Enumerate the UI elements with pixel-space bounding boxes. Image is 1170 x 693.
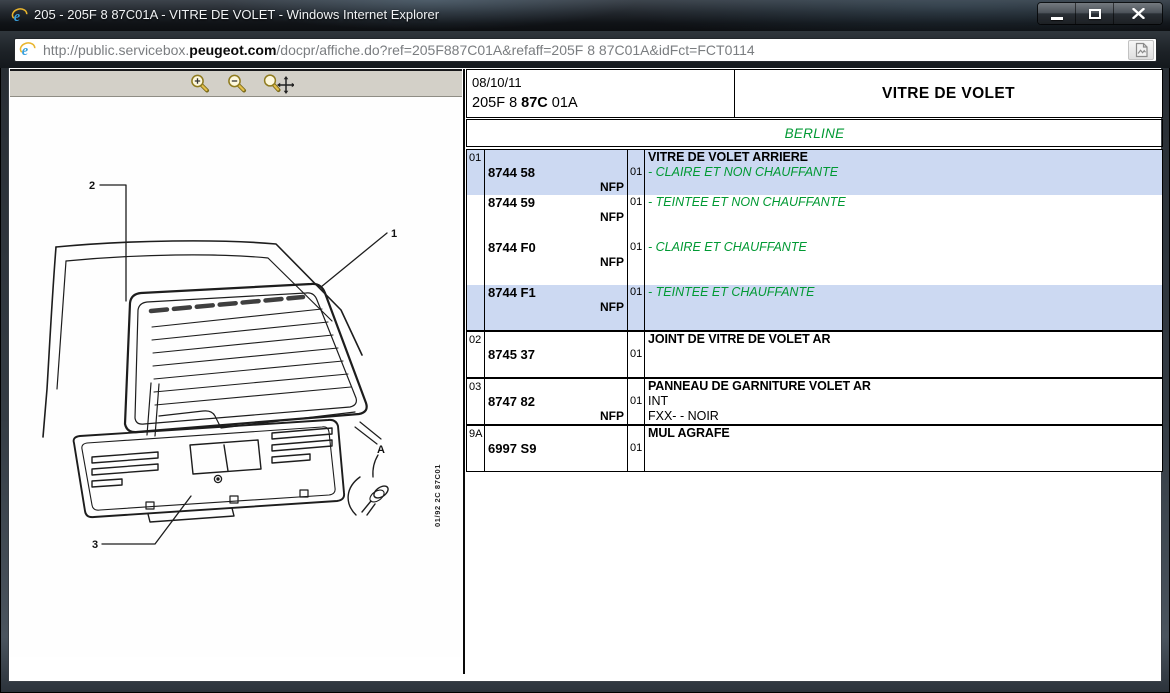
zoom-pan-button[interactable]	[262, 73, 294, 95]
url-text: http://public.servicebox.peugeot.com/doc…	[43, 42, 1128, 58]
part-qty: 01	[628, 441, 644, 456]
reference-prefix: 205F 8	[472, 95, 521, 111]
zoom-out-button[interactable]	[225, 73, 249, 95]
window-title: 205 - 205F 8 87C01A - VITRE DE VOLET - W…	[34, 7, 439, 22]
group-label: MUL AGRAFE	[645, 426, 1162, 441]
nfp-flag: NFP	[485, 409, 627, 424]
part-description: - CLAIRE ET CHAUFFANTE	[645, 240, 1162, 255]
document-header: 08/10/11 205F 8 87C 01A VITRE DE VOLET	[466, 69, 1163, 118]
part-number: 8744 59	[485, 195, 627, 210]
nfp-flag: NFP	[485, 180, 627, 195]
group-id: 9A	[467, 426, 484, 441]
part-row: 028745 3701JOINT DE VITRE DE VOLET AR	[467, 332, 1162, 377]
part-description: INT	[645, 394, 1162, 409]
ie-logo-icon: e	[11, 7, 29, 25]
maximize-icon	[1089, 9, 1101, 19]
part-number: 8745 37	[485, 347, 627, 362]
image-toolbar	[10, 69, 462, 97]
group-id: 02	[467, 332, 484, 347]
nfp-flag: NFP	[485, 255, 627, 270]
broken-page-icon	[1134, 42, 1149, 58]
part-qty: 01	[628, 285, 644, 300]
document-date: 08/10/11	[472, 73, 734, 92]
part-row: 038747 82NFP01PANNEAU DE GARNITURE VOLET…	[467, 379, 1162, 424]
close-icon	[1132, 8, 1145, 19]
part-row: 8744 59NFP01- TEINTEE ET NON CHAUFFANTE	[467, 195, 1162, 240]
parts-group: 028745 3701JOINT DE VITRE DE VOLET AR	[466, 331, 1163, 378]
callout-2-label: 2	[89, 180, 95, 192]
nfp-flag: NFP	[485, 300, 627, 315]
part-row: 9A6997 S901MUL AGRAFE	[467, 426, 1162, 471]
plate-code-vertical-label: 01/92 2C 87C01	[433, 464, 442, 527]
page-title: VITRE DE VOLET	[882, 85, 1015, 103]
minimize-icon	[1051, 17, 1063, 20]
group-label: VITRE DE VOLET ARRIERE	[645, 150, 1162, 165]
part-qty: 01	[628, 165, 644, 180]
part-number: 8747 82	[485, 394, 627, 409]
address-bar: e http://public.servicebox.peugeot.com/d…	[0, 31, 1170, 68]
page-content: 2 1 3 A 01/92 2C 87C01 08/10/11 205F 8 8…	[8, 68, 1162, 682]
callout-3-label: 3	[92, 539, 98, 551]
part-description: - TEINTEE ET CHAUFFANTE	[645, 285, 1162, 300]
group-id: 01	[467, 150, 484, 165]
part-number: 8744 F0	[485, 240, 627, 255]
reference-plate: 87C	[521, 95, 548, 111]
close-button[interactable]	[1114, 3, 1162, 24]
part-qty: 01	[628, 347, 644, 362]
document-title-cell: VITRE DE VOLET	[735, 70, 1162, 117]
minimize-button[interactable]	[1038, 3, 1076, 24]
callout-a-label: A	[377, 444, 385, 456]
part-description-2: FXX- - NOIR	[645, 409, 1162, 424]
compatibility-view-button[interactable]	[1128, 40, 1154, 60]
url-prefix: http://public.servicebox.	[43, 42, 189, 58]
document-reference: 205F 8 87C 01A	[472, 92, 734, 114]
parts-groups: 018744 58NFP01VITRE DE VOLET ARRIERE- CL…	[466, 149, 1163, 472]
browser-window: e 205 - 205F 8 87C01A - VITRE DE VOLET -…	[0, 0, 1170, 693]
part-row: 018744 58NFP01VITRE DE VOLET ARRIERE- CL…	[467, 150, 1162, 195]
nfp-flag: NFP	[485, 210, 627, 225]
variant-label: BERLINE	[785, 126, 845, 141]
document-meta: 08/10/11 205F 8 87C 01A	[467, 70, 735, 117]
part-description: - CLAIRE ET NON CHAUFFANTE	[645, 165, 1162, 180]
window-controls	[1037, 2, 1163, 25]
address-input[interactable]: e http://public.servicebox.peugeot.com/d…	[14, 38, 1157, 62]
url-path: /docpr/affiche.do?ref=205F887C01A&refaff…	[276, 42, 754, 58]
parts-group: 038747 82NFP01PANNEAU DE GARNITURE VOLET…	[466, 378, 1163, 425]
group-label: JOINT DE VITRE DE VOLET AR	[645, 332, 1162, 347]
part-qty: 01	[628, 394, 644, 409]
part-row: 8744 F1NFP01- TEINTEE ET CHAUFFANTE	[467, 285, 1162, 330]
zoom-pan-icon	[262, 73, 294, 95]
variant-bar: BERLINE	[466, 119, 1163, 147]
zoom-in-icon	[189, 73, 211, 95]
parts-panel: 08/10/11 205F 8 87C 01A VITRE DE VOLET B…	[466, 69, 1163, 472]
title-bar: e 205 - 205F 8 87C01A - VITRE DE VOLET -…	[0, 0, 1170, 31]
callout-1-label: 1	[391, 228, 397, 240]
parts-group: 018744 58NFP01VITRE DE VOLET ARRIERE- CL…	[466, 149, 1163, 331]
reference-suffix: 01A	[548, 95, 578, 111]
part-qty: 01	[628, 240, 644, 255]
part-number: 6997 S9	[485, 441, 627, 456]
zoom-out-icon	[226, 73, 248, 95]
group-label: PANNEAU DE GARNITURE VOLET AR	[645, 379, 1162, 394]
part-description: - TEINTEE ET NON CHAUFFANTE	[645, 195, 1162, 210]
group-id: 03	[467, 379, 484, 394]
part-diagram[interactable]: 2 1 3 A 01/92 2C 87C01	[10, 97, 462, 657]
part-qty: 01	[628, 195, 644, 210]
part-number: 8744 58	[485, 165, 627, 180]
part-number: 8744 F1	[485, 285, 627, 300]
part-row: 8744 F0NFP01- CLAIRE ET CHAUFFANTE	[467, 240, 1162, 285]
zoom-in-button[interactable]	[188, 73, 212, 95]
panel-divider	[463, 69, 465, 674]
url-domain: peugeot.com	[189, 42, 276, 58]
parts-group: 9A6997 S901MUL AGRAFE	[466, 425, 1163, 472]
page-favicon-ie-icon: e	[19, 41, 37, 59]
maximize-button[interactable]	[1076, 3, 1114, 24]
